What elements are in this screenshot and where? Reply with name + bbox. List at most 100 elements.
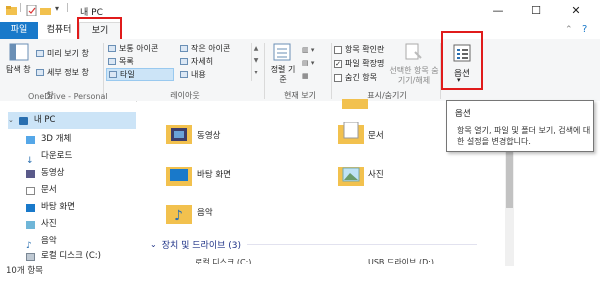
layout-list[interactable]: 목록 [108,56,134,67]
layout-content[interactable]: 내용 [180,69,206,80]
minimize-button[interactable]: — [484,2,512,20]
nav-label: 동영상 [41,168,65,178]
desktop-folder-icon[interactable] [166,164,192,186]
drive-d-label[interactable]: USB 드라이브 (D:) [368,256,434,264]
layout-scroll-icon[interactable]: ▲ ▼ ▾ [251,43,260,81]
nav-label: 문서 [41,185,57,195]
hidden-items-toggle[interactable]: 숨긴 항목 [334,72,377,83]
hide-selected-icon [405,43,422,60]
music-folder-icon[interactable]: ♪ [166,202,192,224]
current-view-group-label: 현재 보기 [284,91,316,100]
nav-item-3d-objects[interactable]: 3D 개체 [26,131,71,148]
file-extensions-toggle[interactable]: ✓ 파일 확장명 [334,58,384,69]
view-options-buttons[interactable]: ▥ ▾ ▤ ▾ ▦ [302,44,324,83]
layout-label: 자세히 [191,57,214,66]
tab-file[interactable]: 파일 [0,22,38,39]
folder-label[interactable]: 문서 [368,129,384,141]
checkbox[interactable] [334,45,342,54]
drive-c-label[interactable]: 로컬 디스크 (C:) [195,256,251,264]
small-icons-icon [180,45,188,52]
nav-item-this-pc[interactable]: ⌄ 내 PC [8,112,136,129]
layout-medium-icons[interactable]: 보통 아이콘 [108,43,158,54]
details-pane-icon [36,69,44,76]
tiles-icon [109,71,117,78]
folder-label[interactable]: 바탕 화면 [197,168,231,180]
layout-label: 보통 아이콘 [119,44,159,53]
nav-label: 3D 개체 [41,134,72,144]
item-checkboxes-toggle[interactable]: 항목 확인란 [334,44,384,55]
maximize-button[interactable]: ☐ [522,2,550,20]
checkbox-label: 파일 확장명 [345,59,385,68]
svg-text:♪: ♪ [174,208,183,224]
close-button[interactable]: ✕ [562,2,590,20]
options-tooltip: 옵션 항목 열기, 파일 및 폴더 보기, 검색에 대한 설정을 변경합니다. [446,100,594,152]
nav-item-videos[interactable]: 동영상 [26,165,64,182]
cube-icon [26,135,35,144]
content-icon [180,71,188,78]
details-pane-label: 세부 정보 창 [47,68,89,77]
checkbox-checked[interactable]: ✓ [334,59,342,68]
highlight-view-tab [77,17,122,41]
folder-label[interactable]: 동영상 [197,129,220,141]
tooltip-description: 항목 열기, 파일 및 폴더 보기, 검색에 대한 설정을 변경합니다. [457,126,591,146]
folder-label[interactable]: 사진 [368,168,384,180]
preview-pane-icon [36,50,44,57]
folder-icon [342,99,368,109]
nav-label: 로컬 디스크 (C:) [41,251,101,261]
folder-label[interactable]: 음악 [197,206,213,218]
video-icon [26,169,35,178]
nav-item-onedrive[interactable]: OneDrive - Personal [28,91,108,103]
nav-label: 사진 [41,219,57,229]
nav-item-local-disk[interactable]: 로컬 디스크 (C:) [26,248,101,265]
nav-item-pictures[interactable]: 사진 [26,216,57,233]
hide-selected-button[interactable]: 선택한 항목 숨기기/해제 [388,66,440,86]
section-divider [247,244,477,245]
preview-pane-button[interactable]: 미리 보기 창 [36,48,89,59]
chevron-down-icon[interactable]: ⌄ [150,240,157,249]
checkbox-label: 항목 확인란 [345,45,385,54]
properties-icon[interactable] [26,5,37,16]
sort-by-button[interactable]: 정렬 기준 [270,65,296,85]
list-icon [108,58,116,65]
separator [264,43,265,99]
nav-label: 내 PC [33,115,56,125]
help-icon[interactable]: ? [582,24,587,35]
layout-tiles[interactable]: 타일 [106,68,174,81]
checkbox-label: 숨긴 항목 [345,73,377,82]
videos-folder-icon[interactable] [166,122,192,144]
nav-item-desktop[interactable]: 바탕 화면 [26,199,75,216]
details-pane-button[interactable]: 세부 정보 창 [36,67,89,78]
separator: | [19,3,23,13]
chevron-down-icon[interactable]: ⌄ [8,112,14,129]
preview-pane-label: 미리 보기 창 [47,49,89,58]
document-icon [26,186,35,195]
documents-folder-icon[interactable] [338,122,364,144]
computer-icon [18,116,28,125]
layout-label: 타일 [120,70,135,79]
navigation-pane: OneDrive - Personal ⌄ 내 PC 3D 개체 ↓ 다운로드 동영… [0,92,136,282]
quick-access-dropdown-icon[interactable]: ▾ [55,4,59,13]
nav-label: 다운로드 [41,151,73,161]
collapse-ribbon-icon[interactable]: ⌃ [565,25,573,35]
medium-icons-icon [108,45,116,52]
layout-small-icons[interactable]: 작은 아이콘 [180,43,230,54]
status-item-count: 10개 항목 [6,266,43,276]
navigation-pane-button[interactable]: 탐색 창 [6,65,32,75]
separator [331,43,332,99]
nav-item-documents[interactable]: 문서 [26,182,57,199]
nav-item-downloads[interactable]: ↓ 다운로드 [26,148,73,166]
desktop-icon [26,203,35,212]
navigation-pane-icon [9,43,29,61]
pictures-folder-icon[interactable] [338,164,364,186]
checkbox[interactable] [334,73,342,82]
drives-section-header[interactable]: ⌄ 장치 및 드라이브 (3) [150,238,477,251]
layout-label: 작은 아이콘 [191,44,231,53]
layout-label: 내용 [191,70,206,79]
new-folder-icon[interactable] [40,5,51,16]
highlight-options-button [441,31,483,90]
layout-details[interactable]: 자세히 [180,56,213,67]
tab-computer[interactable]: 컴퓨터 [42,22,76,39]
music-icon: ♪ [26,240,32,251]
tooltip-title: 옵션 [455,109,471,119]
nav-label: 바탕 화면 [41,202,75,212]
